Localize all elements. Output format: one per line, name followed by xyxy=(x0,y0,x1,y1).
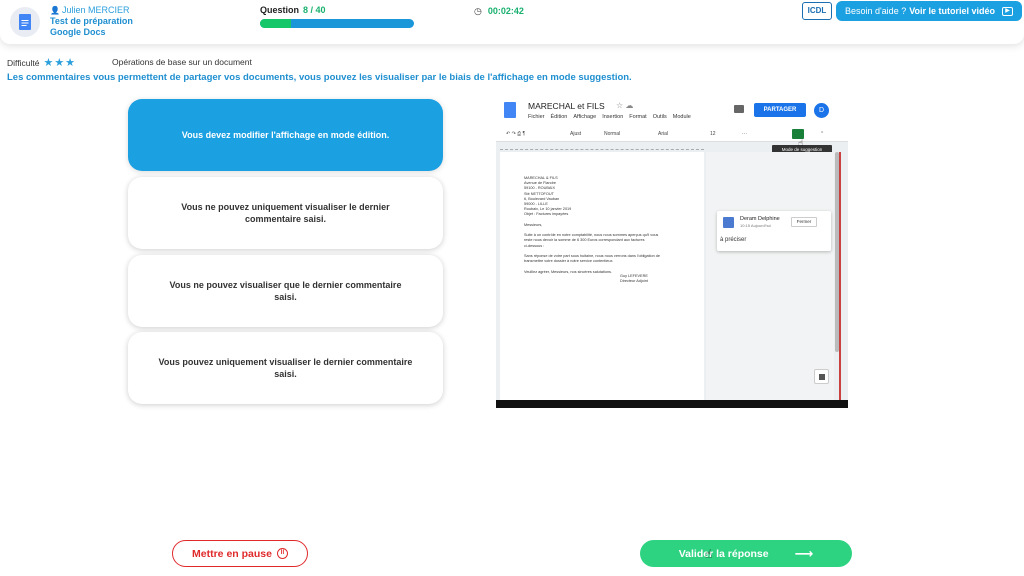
question-category: Opérations de base sur un document xyxy=(112,57,252,67)
pause-icon: II xyxy=(276,548,288,559)
video-icon: ▶ xyxy=(1002,6,1014,16)
answer-option-1[interactable]: Vous devez modifier l'affichage en mode … xyxy=(128,99,443,171)
user-name: 👤 Julien MERCIER xyxy=(50,5,130,15)
comments-area xyxy=(706,152,834,400)
answer-option-2[interactable]: Vous ne pouvez uniquement visualiser le … xyxy=(128,177,443,249)
comment-author: Deram Delphine xyxy=(740,216,780,222)
user-icon: 👤 xyxy=(50,6,60,15)
difficulty-stars: ★★★ xyxy=(43,57,77,69)
comment-time: 10:15 Aujourd'hui xyxy=(740,223,771,228)
question-screenshot: MARECHAL et FILS ☆ ☁ Fichier Édition Aff… xyxy=(496,98,848,408)
doc-title: MARECHAL et FILS xyxy=(528,101,605,111)
difficulty: Difficulté ★★★ xyxy=(7,57,77,69)
question-label: Question xyxy=(260,5,300,15)
menu-item: Outils xyxy=(652,114,667,120)
pause-button[interactable]: Mettre en pause II xyxy=(172,540,308,567)
clock-icon: ◷ xyxy=(474,6,482,16)
timer: ◷ 00:02:42 xyxy=(474,6,524,17)
top-header: 👤 Julien MERCIER Test de préparation Goog… xyxy=(0,0,1024,44)
more-icon: ··· xyxy=(742,131,747,137)
google-docs-icon xyxy=(10,7,40,37)
docs-menu: Fichier Édition Affichage Insertion Form… xyxy=(528,114,691,120)
timer-value: 00:02:42 xyxy=(487,6,524,16)
explore-icon xyxy=(814,369,829,384)
letter-body: MARECHAL & FILS Avenue de Flandre 59100 … xyxy=(524,176,661,274)
page-border xyxy=(839,152,841,400)
menu-item: Module xyxy=(672,114,691,120)
docs-header: MARECHAL et FILS ☆ ☁ Fichier Édition Aff… xyxy=(496,98,848,126)
progress-bar xyxy=(260,19,414,28)
question-count: 8 / 40 xyxy=(303,5,326,15)
menu-item: Édition xyxy=(550,114,568,120)
cursor-icon: ☝ xyxy=(705,547,713,561)
zoom-select: Ajust xyxy=(570,131,582,137)
letter-signature: Guy LEFEVERE Directeur Adjoint xyxy=(620,274,648,284)
test-title-line2: Google Docs xyxy=(50,27,106,37)
comment-text: à préciser xyxy=(720,237,747,243)
menu-item: Fichier xyxy=(528,114,545,120)
comments-icon xyxy=(734,105,744,113)
menu-item: Insertion xyxy=(602,114,624,120)
style-select: Normal xyxy=(604,131,621,137)
document-page: MARECHAL & FILS Avenue de Flandre 59100 … xyxy=(500,152,704,400)
docs-toolbar: ↶ ↷ ⎙ ¶ Ajust Normal Arial 12 ··· ⌃ xyxy=(496,126,848,142)
cursor-icon: ☝ xyxy=(798,138,804,148)
answer-option-3[interactable]: Vous ne pouvez visualiser que le dernier… xyxy=(128,255,443,327)
share-button: PARTAGER xyxy=(754,103,806,117)
comment-card: Deram Delphine 10:15 Aujourd'hui Fermer … xyxy=(717,211,831,251)
user-block: 👤 Julien MERCIER Test de préparation Goog… xyxy=(50,5,133,38)
font-select: Arial xyxy=(658,131,669,137)
menu-item: Format xyxy=(629,114,647,120)
star-icon: ☆ ☁ xyxy=(616,101,634,110)
docs-file-icon xyxy=(504,102,516,118)
undo-redo-icon: ↶ ↷ ⎙ ¶ xyxy=(506,131,526,137)
screenshot-bottom-bar xyxy=(496,400,848,408)
arrow-right-icon: ⟶ xyxy=(794,545,814,561)
ruler xyxy=(500,144,704,150)
comment-avatar xyxy=(723,217,734,228)
menu-item: Affichage xyxy=(573,114,597,120)
comment-close-button: Fermer xyxy=(791,217,817,227)
help-tutorial-button[interactable]: Besoin d'aide ? Voir le tutoriel vidéo ▶ xyxy=(836,1,1022,21)
test-title-line1: Test de préparation xyxy=(50,16,133,26)
question-progress: Question 8 / 40 xyxy=(260,5,414,28)
size-select: 12 xyxy=(710,131,716,137)
progress-fill xyxy=(260,19,291,28)
icdl-logo: ICDL xyxy=(802,2,832,20)
question-prompt: Les commentaires vous permettent de part… xyxy=(7,72,632,83)
chevron-up-icon: ⌃ xyxy=(820,131,825,137)
answer-option-4[interactable]: Vous pouvez uniquement visualiser le der… xyxy=(128,332,443,404)
avatar: D xyxy=(814,103,829,118)
validate-answer-button[interactable]: Valider la réponse ⟶ xyxy=(640,540,852,567)
